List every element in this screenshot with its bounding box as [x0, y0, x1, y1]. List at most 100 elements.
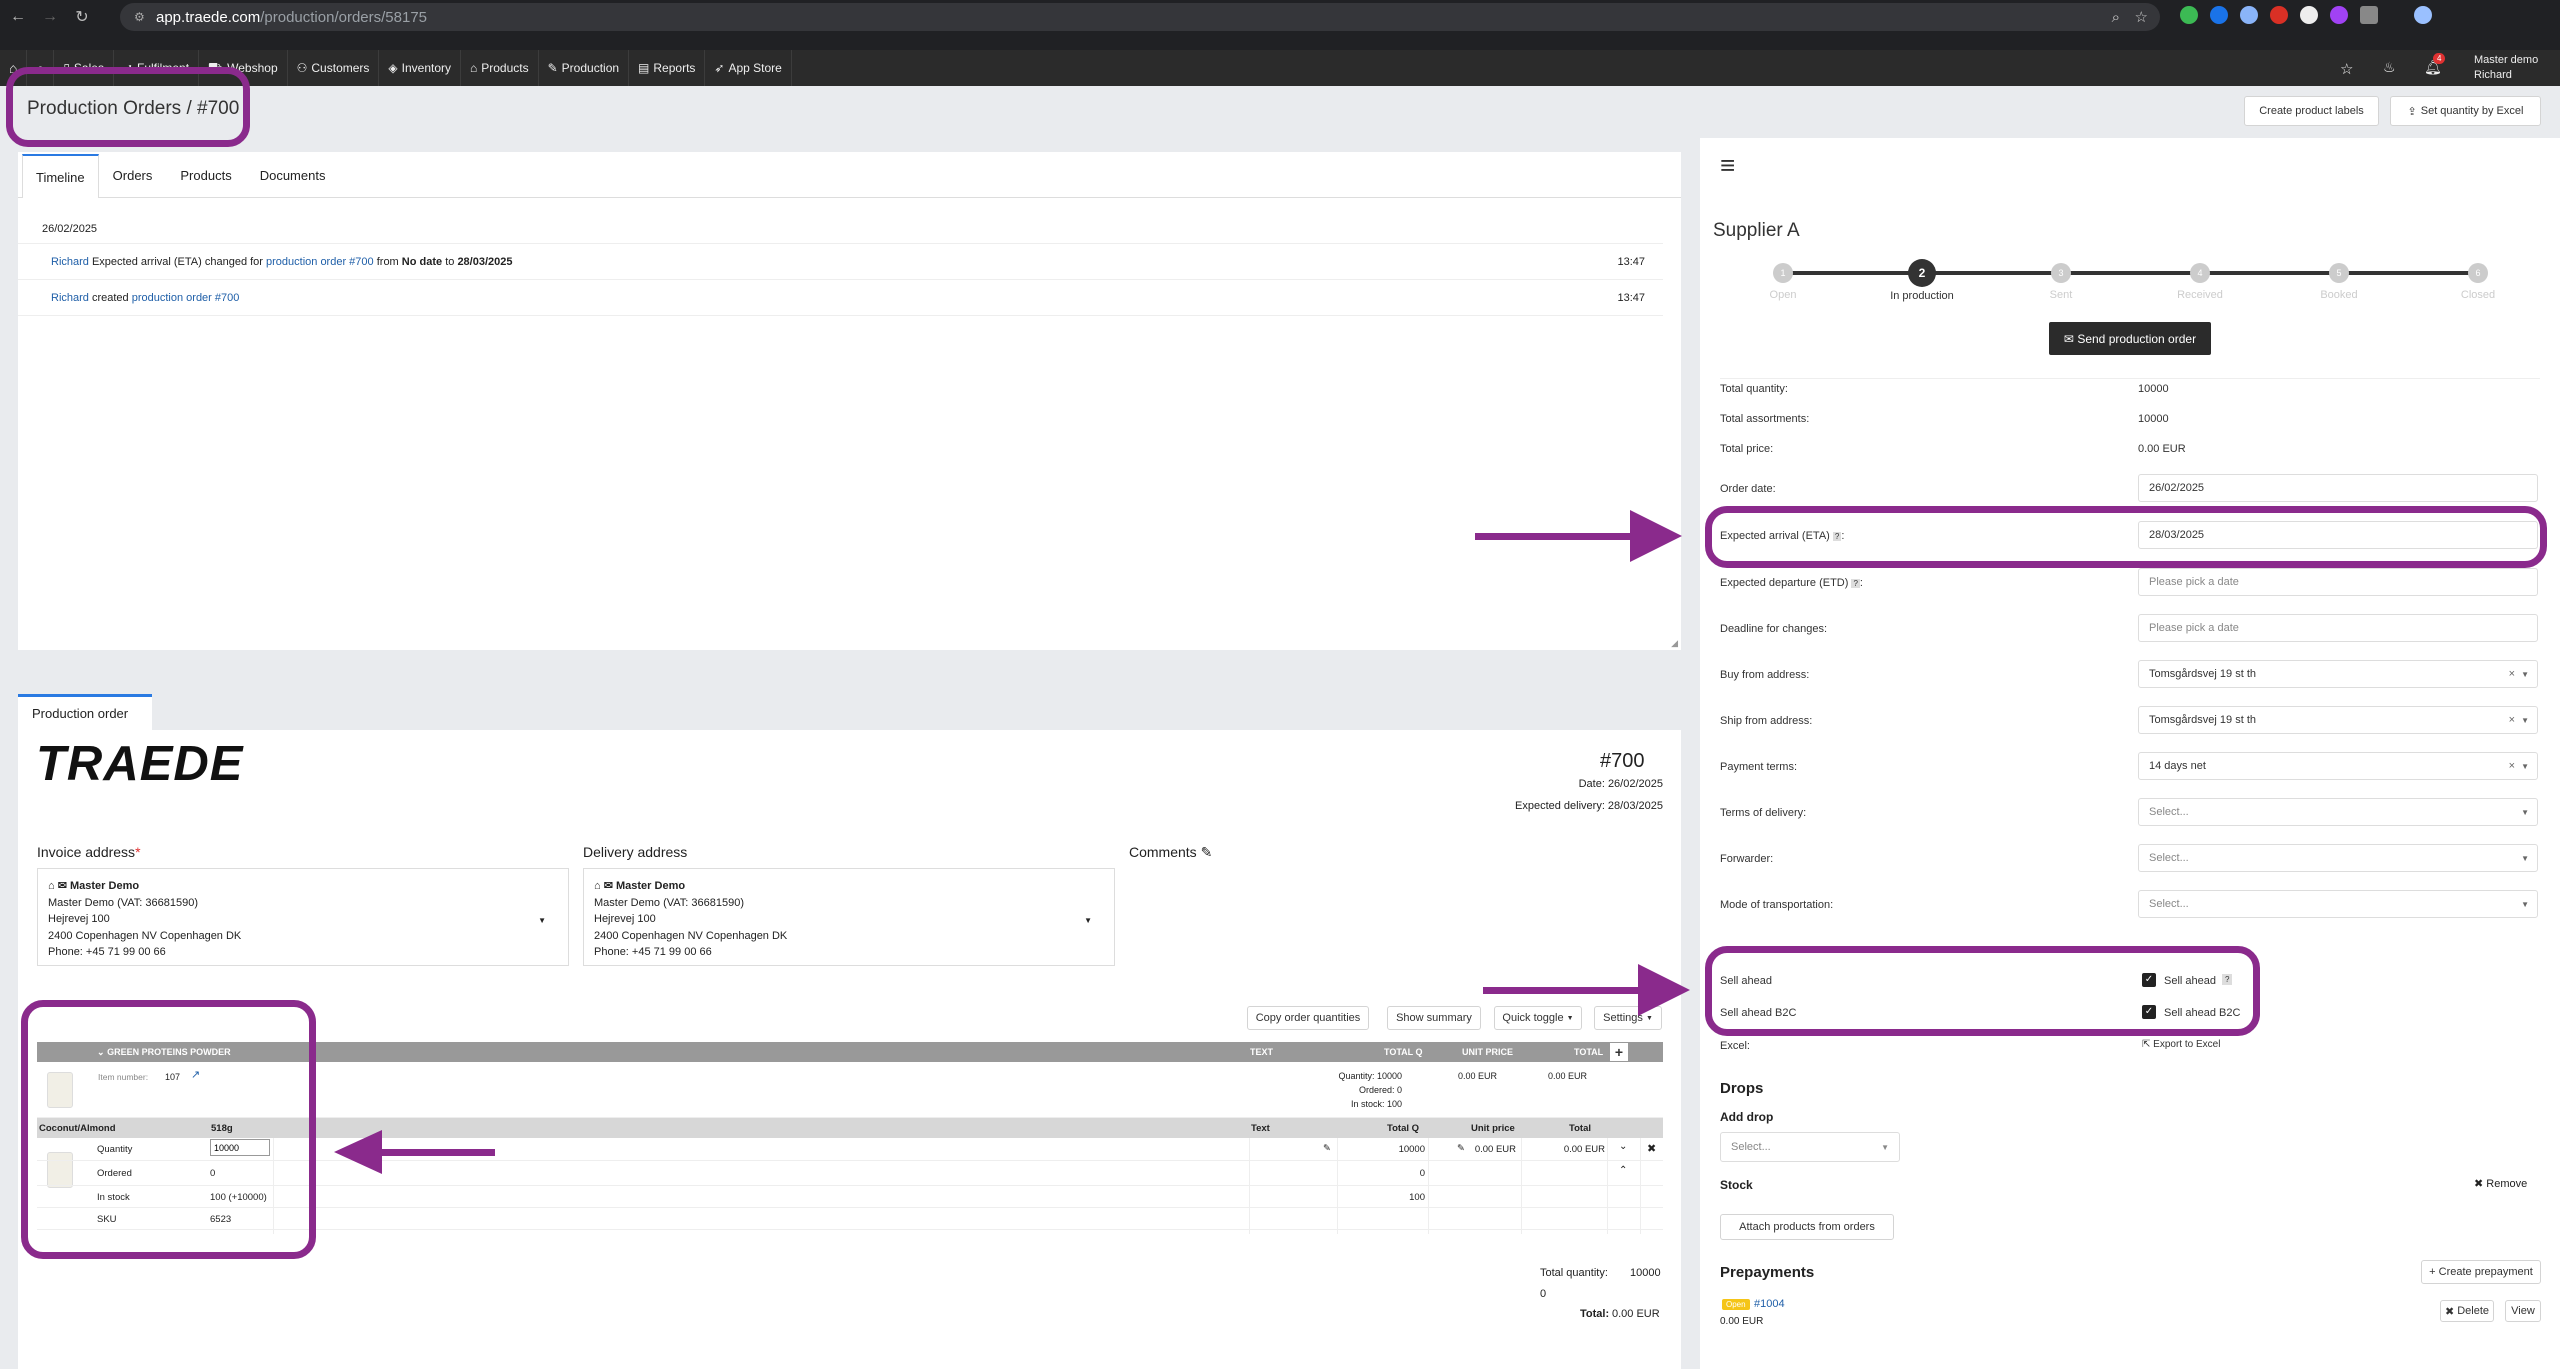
highlight-product-grid [21, 1000, 316, 1259]
tab-products[interactable]: Products [166, 153, 245, 197]
pencil-icon[interactable]: ✎ [1323, 1143, 1331, 1154]
mode-of-transport-select[interactable]: Select... ▼ [2138, 890, 2538, 918]
delivery-address-select[interactable]: ⌂ ✉ Master Demo Master Demo (VAT: 366815… [583, 868, 1115, 966]
chevron-down-icon[interactable]: ⌄ [1619, 1141, 1627, 1152]
nav-products[interactable]: ⌂ Products [461, 50, 539, 86]
nav-reports[interactable]: ▤ Reports [629, 50, 706, 86]
add-drop-select[interactable]: Select... ▼ [1720, 1132, 1900, 1162]
timeline-panel: Timeline Orders Products Documents 26/02… [18, 152, 1681, 650]
terms-of-delivery-select[interactable]: Select... ▼ [2138, 798, 2538, 826]
forwarder-select[interactable]: Select... ▼ [2138, 844, 2538, 872]
menu-icon[interactable]: ≡ [1720, 150, 1735, 181]
tab-production-order[interactable]: Production order [18, 694, 152, 730]
step-closed[interactable]: 6 Closed [2418, 263, 2538, 301]
pencil-icon[interactable]: ✎ [1201, 844, 1213, 860]
delete-prepayment-button[interactable]: ✖ Delete [2440, 1300, 2494, 1322]
nav-inventory[interactable]: ◈ Inventory [379, 50, 461, 86]
deadline-input[interactable]: Please pick a date [2138, 614, 2538, 642]
order-date-input[interactable]: 26/02/2025 [2138, 474, 2538, 502]
bookmark-star-icon[interactable]: ☆ [2135, 8, 2148, 26]
step-sent[interactable]: 3 Sent [2001, 263, 2121, 301]
user-menu[interactable]: Master demo Richard [2474, 53, 2538, 83]
export-to-excel-button[interactable]: ⇱ Export to Excel [2142, 1039, 2220, 1050]
nav-production[interactable]: ✎ Production [539, 50, 630, 86]
entry-time: 13:47 [1617, 291, 1645, 304]
chevron-up-icon[interactable]: ⌃ [1619, 1165, 1627, 1176]
etd-label: Expected departure (ETD) ?: [1720, 577, 1863, 589]
step-received[interactable]: 4 Received [2140, 263, 2260, 301]
tab-orders[interactable]: Orders [99, 153, 167, 197]
extension-icon[interactable] [2240, 6, 2258, 24]
url-host: app.traede.com [156, 8, 261, 26]
etd-label-text: Expected departure (ETD) [1720, 577, 1849, 589]
step-booked[interactable]: 5 Booked [2279, 263, 2399, 301]
order-link[interactable]: production order #700 [266, 256, 374, 268]
copy-order-quantities-button[interactable]: Copy order quantities [1247, 1006, 1369, 1030]
extension-icon[interactable] [2210, 6, 2228, 24]
back-icon[interactable]: ← [4, 3, 32, 31]
add-drop-label: Add drop [1720, 1110, 1774, 1124]
nav-customers[interactable]: ⚇ Customers [288, 50, 380, 86]
clear-icon[interactable]: × [2509, 668, 2515, 680]
order-link[interactable]: production order #700 [132, 292, 240, 304]
prepayment-link[interactable]: #1004 [1754, 1298, 1785, 1310]
nav-app-store[interactable]: ➶ App Store [705, 50, 792, 86]
create-prepayment-button[interactable]: + Create prepayment [2421, 1260, 2541, 1284]
reload-icon[interactable]: ↻ [68, 3, 96, 31]
tab-timeline[interactable]: Timeline [22, 154, 99, 198]
ordered-total-q: 0 [1419, 1168, 1425, 1179]
star-icon[interactable]: ☆ [2340, 60, 2353, 78]
user-link[interactable]: Richard [51, 256, 89, 268]
total-quantity-value: 10000 [1630, 1267, 1661, 1279]
notification-badge: 4 [2433, 53, 2446, 64]
user-link[interactable]: Richard [51, 292, 89, 304]
extension-icon[interactable] [2330, 6, 2348, 24]
attach-products-button[interactable]: Attach products from orders [1720, 1214, 1894, 1240]
view-prepayment-button[interactable]: View [2505, 1300, 2541, 1322]
clear-icon[interactable]: × [2509, 714, 2515, 726]
extension-icon[interactable] [2300, 6, 2318, 24]
resize-handle-icon[interactable]: ◢ [1671, 638, 1678, 649]
plus-icon: + [2429, 1266, 2436, 1278]
etd-input[interactable]: Please pick a date [2138, 568, 2538, 596]
entry-text: Expected arrival (ETA) changed for [91, 255, 263, 268]
address-bar[interactable]: ⚙ app.traede.com/production/orders/58175… [120, 3, 2160, 31]
forward-icon[interactable]: → [36, 3, 64, 31]
total-label: Total: [1580, 1308, 1610, 1320]
profile-avatar[interactable] [2414, 6, 2432, 24]
help-icon[interactable]: ? [1851, 579, 1860, 588]
stock-heading: Stock [1720, 1178, 1753, 1192]
col-text: TEXT [1250, 1047, 1274, 1057]
clear-icon[interactable]: × [2509, 760, 2515, 772]
step-in-production[interactable]: 2 In production [1862, 259, 1982, 302]
puzzle-icon[interactable] [2360, 6, 2378, 24]
invoice-address-select[interactable]: ⌂ ✉ Master Demo Master Demo (VAT: 366815… [37, 868, 569, 966]
timeline-entry: Richard created production order #700 13… [18, 280, 1663, 316]
extension-icon[interactable] [2180, 6, 2198, 24]
ship-from-select[interactable]: Tomsgårdsvej 19 st th × ▼ [2138, 706, 2538, 734]
arrow-quantity [380, 1149, 495, 1156]
chevron-down-icon: ▼ [1084, 916, 1092, 925]
create-product-labels-button[interactable]: Create product labels [2244, 96, 2379, 126]
send-production-order-button[interactable]: ✉ Send production order [2049, 322, 2211, 355]
site-info-icon[interactable]: ⚙ [134, 10, 145, 24]
mode-of-transport-label: Mode of transportation: [1720, 899, 1834, 911]
fire-icon[interactable]: ♨ [2383, 59, 2396, 76]
row-total: 0.00 EUR [1563, 1144, 1605, 1155]
step-open[interactable]: 1 Open [1723, 263, 1843, 301]
set-quantity-by-excel-button[interactable]: ⇪ Set quantity by Excel [2390, 96, 2541, 126]
tab-documents[interactable]: Documents [246, 153, 340, 197]
address-line: Phone: +45 71 99 00 66 [48, 946, 166, 958]
buy-from-value: Tomsgårdsvej 19 st th [2149, 668, 2256, 680]
quick-toggle-button[interactable]: Quick toggle ▼ [1494, 1006, 1582, 1030]
payment-terms-select[interactable]: 14 days net × ▼ [2138, 752, 2538, 780]
add-row-icon[interactable]: + [1610, 1043, 1628, 1061]
prepayments-heading: Prepayments [1720, 1264, 1815, 1281]
extension-icon[interactable] [2270, 6, 2288, 24]
zoom-icon[interactable]: ⌕ [2112, 9, 2120, 26]
remove-button[interactable]: ✖ Remove [2474, 1177, 2527, 1190]
step-label: Booked [2320, 289, 2358, 301]
show-summary-button[interactable]: Show summary [1387, 1006, 1481, 1030]
buy-from-select[interactable]: Tomsgårdsvej 19 st th × ▼ [2138, 660, 2538, 688]
close-icon[interactable]: ✖ [1647, 1142, 1656, 1155]
